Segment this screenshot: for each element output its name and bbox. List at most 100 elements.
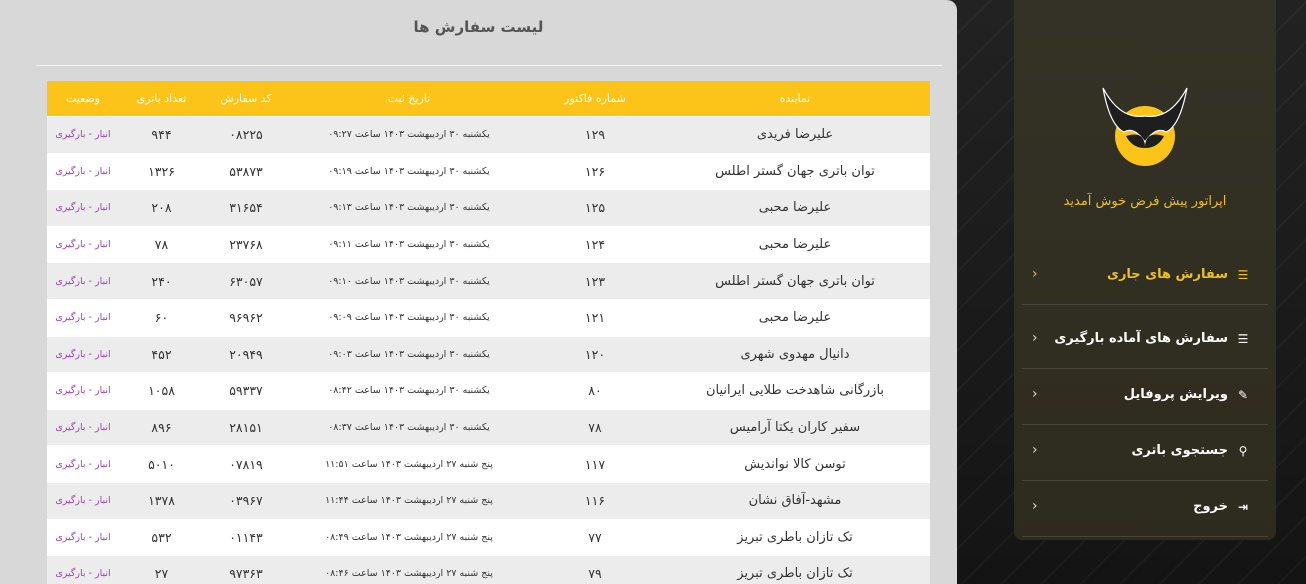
cell-agent: توان باتری جهان گستر اطلس <box>660 262 930 300</box>
orders-table: نماینده شماره فاکتور تاریخ ثبت کد سفارش … <box>47 81 930 584</box>
sidebar-item-label: خروج <box>1193 499 1228 514</box>
cell-invoice: ۱۲۰ <box>530 335 660 373</box>
cell-battery-count: ۸۹۶ <box>119 408 204 446</box>
cell-invoice: ۷۷ <box>530 518 660 556</box>
cell-status[interactable]: انبار - بارگیری <box>47 189 119 227</box>
orders-table-container[interactable]: نماینده شماره فاکتور تاریخ ثبت کد سفارش … <box>47 81 930 584</box>
sidebar-item-4[interactable]: ⇥ خروج ‹ <box>1022 480 1268 537</box>
cell-agent: تک تازان باطری تبریز <box>660 518 930 556</box>
table-row[interactable]: توسن کالا نواندیش ۱۱۷ پنج شنبه ۲۷ اردیبهشت… <box>47 445 930 483</box>
table-row[interactable]: تک تازان باطری تبریز ۷۷ پنج شنبه ۲۷ اردیبه… <box>47 518 930 556</box>
col-header-date[interactable]: تاریخ ثبت <box>288 81 530 117</box>
cell-date: پنج شنبه ۲۷ اردیبهشت ۱۴۰۳ ساعت ۰۸:۴۶ <box>288 555 530 584</box>
cell-date: یکشنبه ۳۰ اردیبهشت ۱۴۰۳ ساعت ۰۹:۱۰ <box>288 262 530 300</box>
cell-status[interactable]: انبار - بارگیری <box>47 555 119 584</box>
list-icon: ☰ <box>1237 268 1249 282</box>
table-row[interactable]: علیرضا محبی ۱۲۱ یکشنبه ۳۰ اردیبهشت ۱۴۰۳ سا… <box>47 298 930 337</box>
table-row[interactable]: علیرضا فریدی ۱۲۹ یکشنبه ۳۰ اردیبهشت ۱۴۰۳ س… <box>47 116 930 154</box>
cell-status[interactable]: انبار - بارگیری <box>47 262 119 300</box>
table-row[interactable]: مشهد-آفاق نشان ۱۱۶ پنج شنبه ۲۷ اردیبهشت ۱۴… <box>47 481 930 520</box>
cell-status[interactable]: انبار - بارگیری <box>47 152 119 190</box>
sidebar-item-0[interactable]: ☰ سفارش های جاری ‹ <box>1022 248 1268 305</box>
sidebar-item-3[interactable]: ⚲ جستجوی باتری ‹ <box>1022 424 1268 481</box>
table-row[interactable]: علیرضا محبی ۱۲۴ یکشنبه ۳۰ اردیبهشت ۱۴۰۳ سا… <box>47 225 930 263</box>
cell-agent: تک تازان باطری تبریز <box>660 555 930 584</box>
chevron-left-icon: ‹ <box>1032 386 1038 402</box>
cell-battery-count: ۵۳۲ <box>119 518 204 556</box>
cell-invoice: ۱۲۱ <box>530 298 660 337</box>
table-row[interactable]: بازرگانی شاهدخت طلایی ایرانیان ۸۰ یکشنبه ۳… <box>47 372 930 410</box>
cell-order-code: ۹۶۹۶۲ <box>204 298 288 337</box>
table-row[interactable]: توان باتری جهان گستر اطلس ۱۲۳ یکشنبه ۳۰ ار… <box>47 262 930 300</box>
cell-agent: مشهد-آفاق نشان <box>660 481 930 520</box>
owl-logo-icon <box>1102 87 1188 166</box>
table-row[interactable]: توان باتری جهان گستر اطلس ۱۲۶ یکشنبه ۳۰ ار… <box>47 152 930 190</box>
col-header-agent[interactable]: نماینده <box>660 81 930 117</box>
cell-invoice: ۷۹ <box>530 555 660 584</box>
cell-date: یکشنبه ۳۰ اردیبهشت ۱۴۰۳ ساعت ۰۹:۲۷ <box>288 116 530 154</box>
sidebar-item-1[interactable]: ☰ سفارش های آماده بارگیری ‹ <box>1022 312 1268 369</box>
cell-order-code: ۲۸۱۵۱ <box>204 408 288 446</box>
sidebar: اپراتور پیش فرض خوش آمدید ☰ سفارش های جار… <box>1014 0 1276 540</box>
cell-date: یکشنبه ۳۰ اردیبهشت ۱۴۰۳ ساعت ۰۹:۱۱ <box>288 225 530 263</box>
chevron-left-icon: ‹ <box>1032 442 1038 458</box>
table-header-row: نماینده شماره فاکتور تاریخ ثبت کد سفارش … <box>47 81 930 117</box>
cell-agent: علیرضا فریدی <box>660 116 930 154</box>
cell-invoice: ۸۰ <box>530 372 660 410</box>
cell-battery-count: ۶۰ <box>119 298 204 337</box>
cell-order-code: ۲۰۹۴۹ <box>204 335 288 373</box>
cell-status[interactable]: انبار - بارگیری <box>47 518 119 556</box>
cell-battery-count: ۲۴۰ <box>119 262 204 300</box>
cell-invoice: ۱۲۹ <box>530 116 660 154</box>
table-row[interactable]: تک تازان باطری تبریز ۷۹ پنج شنبه ۲۷ اردیبه… <box>47 555 930 584</box>
cell-status[interactable]: انبار - بارگیری <box>47 225 119 263</box>
cell-invoice: ۱۲۴ <box>530 225 660 263</box>
cell-battery-count: ۱۳۷۸ <box>119 481 204 520</box>
cell-date: پنج شنبه ۲۷ اردیبهشت ۱۴۰۳ ساعت ۰۸:۴۹ <box>288 518 530 556</box>
cell-status[interactable]: انبار - بارگیری <box>47 481 119 520</box>
col-header-status[interactable]: وضعیت <box>47 81 119 117</box>
cell-status[interactable]: انبار - بارگیری <box>47 298 119 337</box>
col-header-order-code[interactable]: کد سفارش <box>204 81 288 117</box>
cell-invoice: ۱۲۳ <box>530 262 660 300</box>
sidebar-item-label: ویرایش پروفایل <box>1123 387 1228 402</box>
cell-agent: توسن کالا نواندیش <box>660 445 930 483</box>
cell-date: یکشنبه ۳۰ اردیبهشت ۱۴۰۳ ساعت ۰۸:۴۲ <box>288 372 530 410</box>
col-header-invoice[interactable]: شماره فاکتور <box>530 81 660 117</box>
cell-agent: بازرگانی شاهدخت طلایی ایرانیان <box>660 372 930 410</box>
cell-invoice: ۷۸ <box>530 408 660 446</box>
main-panel: لیست سفارش ها نماینده شماره فاکتور تاریخ… <box>0 0 957 584</box>
cell-date: یکشنبه ۳۰ اردیبهشت ۱۴۰۳ ساعت ۰۹:۱۳ <box>288 189 530 227</box>
cell-invoice: ۱۲۶ <box>530 152 660 190</box>
table-row[interactable]: سفیر کاران یکتا آرامیس ۷۸ یکشنبه ۳۰ اردیبه… <box>47 408 930 446</box>
cell-battery-count: ۴۵۲ <box>119 335 204 373</box>
cell-status[interactable]: انبار - بارگیری <box>47 445 119 483</box>
cell-battery-count: ۲۰۸ <box>119 189 204 227</box>
cell-date: پنج شنبه ۲۷ اردیبهشت ۱۴۰۳ ساعت ۱۱:۵۱ <box>288 445 530 483</box>
cell-order-code: ۰۳۹۶۷ <box>204 481 288 520</box>
cell-status[interactable]: انبار - بارگیری <box>47 335 119 373</box>
sidebar-item-2[interactable]: ✎ ویرایش پروفایل ‹ <box>1022 368 1268 425</box>
welcome-message: اپراتور پیش فرض خوش آمدید <box>1063 194 1227 209</box>
table-row[interactable]: علیرضا محبی ۱۲۵ یکشنبه ۳۰ اردیبهشت ۱۴۰۳ سا… <box>47 189 930 227</box>
cell-status[interactable]: انبار - بارگیری <box>47 116 119 154</box>
table-row[interactable]: دانیال مهدوی شهری ۱۲۰ یکشنبه ۳۰ اردیبهشت ۱… <box>47 335 930 373</box>
title-divider <box>36 65 942 66</box>
cell-status[interactable]: انبار - بارگیری <box>47 408 119 446</box>
cell-status[interactable]: انبار - بارگیری <box>47 372 119 410</box>
col-header-battery-count[interactable]: تعداد باتری <box>119 81 204 117</box>
cell-battery-count: ۵۰۱۰ <box>119 445 204 483</box>
cell-order-code: ۰۷۸۱۹ <box>204 445 288 483</box>
chevron-left-icon: ‹ <box>1032 498 1038 514</box>
cell-battery-count: ۱۳۲۶ <box>119 152 204 190</box>
cell-agent: توان باتری جهان گستر اطلس <box>660 152 930 190</box>
cell-battery-count: ۲۷ <box>119 555 204 584</box>
cell-order-code: ۰۸۲۲۵ <box>204 116 288 154</box>
cell-agent: علیرضا محبی <box>660 189 930 227</box>
cell-date: پنج شنبه ۲۷ اردیبهشت ۱۴۰۳ ساعت ۱۱:۴۴ <box>288 481 530 520</box>
sidebar-item-label: سفارش های آماده بارگیری <box>1054 331 1228 346</box>
logout-icon: ⇥ <box>1237 500 1249 514</box>
cell-agent: علیرضا محبی <box>660 298 930 337</box>
cell-date: یکشنبه ۳۰ اردیبهشت ۱۴۰۳ ساعت ۰۹:۰۳ <box>288 335 530 373</box>
cell-invoice: ۱۱۶ <box>530 481 660 520</box>
